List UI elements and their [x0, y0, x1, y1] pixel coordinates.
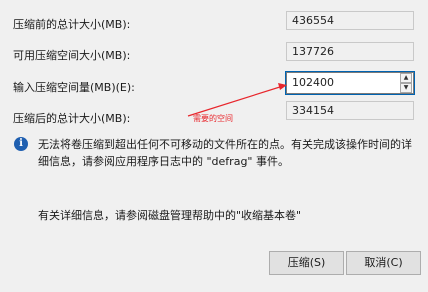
cancel-button[interactable]: 取消(C)	[346, 251, 421, 275]
shrink-amount-input[interactable]: 102400	[285, 71, 415, 95]
total-size-after-label: 压缩后的总计大小(MB):	[13, 112, 131, 125]
shrink-amount-label: 输入压缩空间量(MB)(E):	[13, 81, 135, 94]
annotation-text: 需要的空间	[193, 114, 233, 123]
total-size-before-label: 压缩前的总计大小(MB):	[13, 18, 131, 31]
help-text: 有关详细信息，请参阅磁盘管理帮助中的"收缩基本卷"	[38, 209, 302, 222]
info-icon: i	[14, 137, 28, 151]
available-shrink-space-label: 可用压缩空间大小(MB):	[13, 49, 131, 62]
total-size-before-value: 436554	[286, 11, 414, 30]
total-size-after-value: 334154	[286, 101, 414, 120]
available-shrink-space-value: 137726	[286, 42, 414, 61]
spin-down-icon[interactable]: ▼	[400, 83, 412, 93]
spin-up-icon[interactable]: ▲	[400, 73, 412, 83]
shrink-button[interactable]: 压缩(S)	[269, 251, 344, 275]
info-message: 无法将卷压缩到超出任何不可移动的文件所在的点。有关完成该操作时间的详细信息，请参…	[38, 138, 412, 168]
